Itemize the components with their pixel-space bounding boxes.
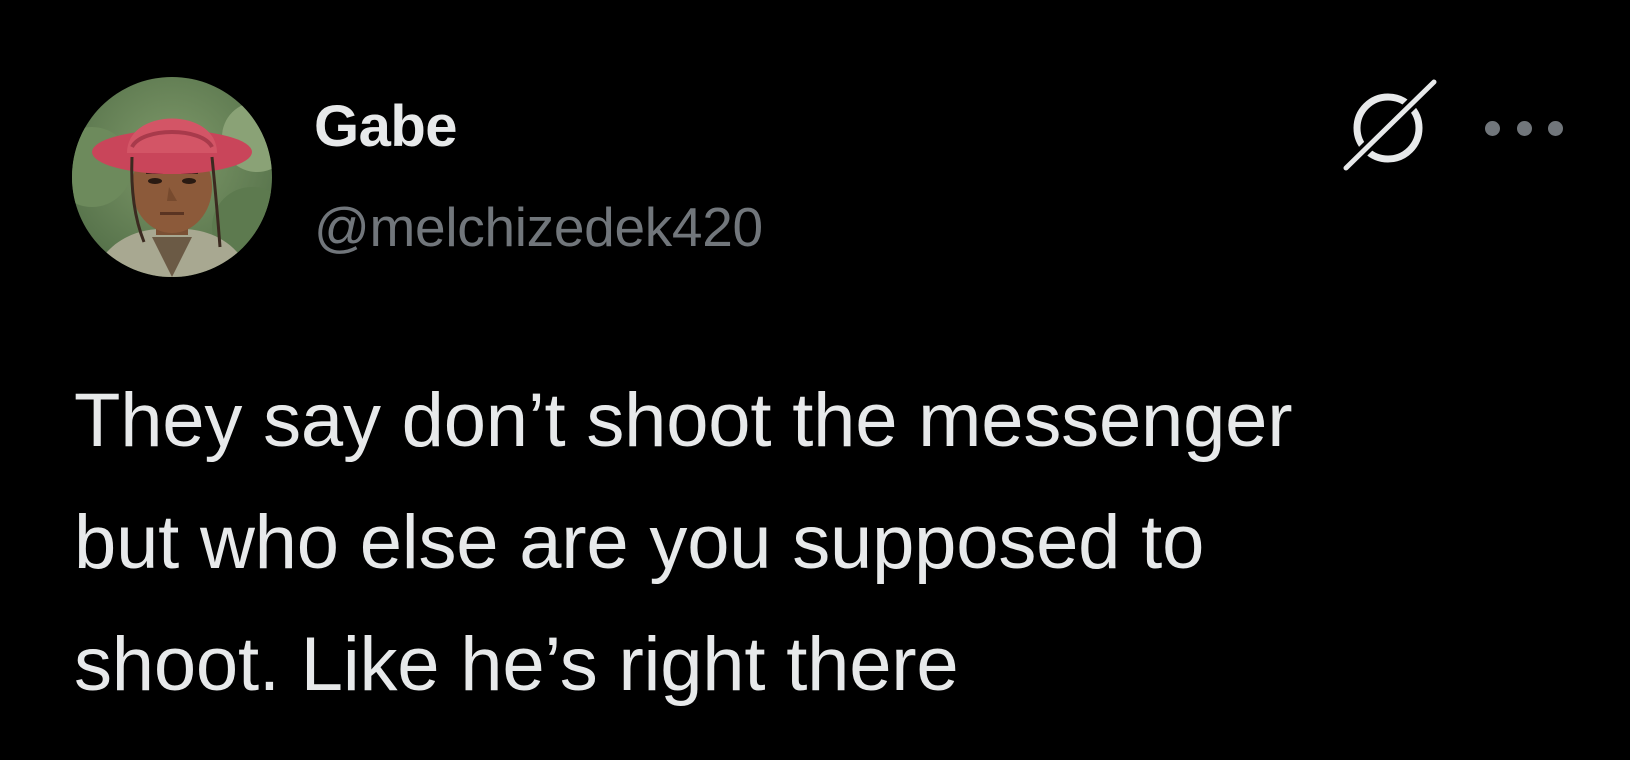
more-dot: [1485, 120, 1500, 136]
tweet-card: Gabe @melchizedek420 They say don’t shoo…: [0, 0, 1630, 760]
tweet-text: They say don’t shoot the messenger but w…: [74, 378, 1293, 707]
author-display-name[interactable]: Gabe: [314, 92, 458, 162]
grok-icon[interactable]: [1340, 78, 1440, 174]
more-dot: [1548, 120, 1563, 136]
author-handle[interactable]: @melchizedek420: [314, 192, 763, 262]
avatar[interactable]: [72, 77, 272, 277]
more-horizontal-icon[interactable]: [1485, 108, 1563, 148]
avatar-photo: [72, 77, 272, 277]
more-dot: [1516, 120, 1532, 136]
